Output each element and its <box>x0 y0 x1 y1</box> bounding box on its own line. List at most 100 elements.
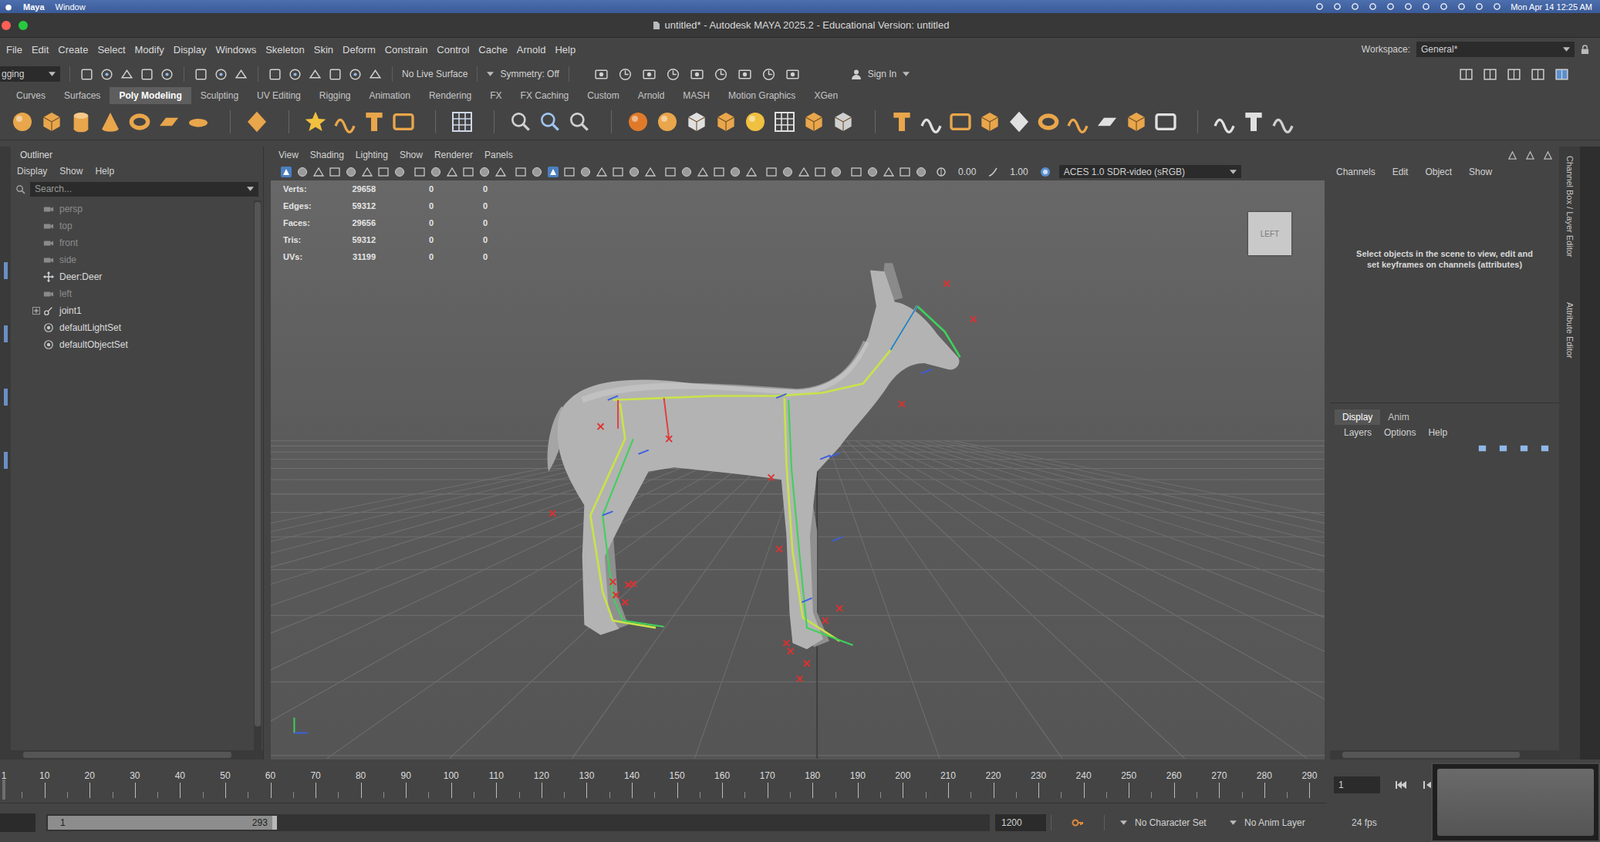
panel-tool-icon[interactable] <box>344 165 358 179</box>
shelf-tab[interactable]: XGen <box>804 87 848 105</box>
shelf-tool-icon[interactable] <box>1006 109 1032 135</box>
panel-tool-icon[interactable] <box>696 165 709 179</box>
go-to-start-icon[interactable] <box>1394 780 1408 790</box>
panel-tool-icon[interactable] <box>729 165 742 179</box>
panel-tool-icon[interactable] <box>781 165 794 179</box>
status-icon[interactable] <box>1386 2 1395 11</box>
shelf-tab[interactable]: UV Editing <box>247 87 311 105</box>
shelf-tool-icon[interactable] <box>156 109 182 135</box>
outliner-item[interactable]: Deer:Deer <box>10 268 254 286</box>
exposure-field[interactable]: 0.00 <box>955 166 979 178</box>
menu-item[interactable]: Show <box>399 149 423 161</box>
end-field[interactable]: 1200 <box>995 814 1047 832</box>
fps-dropdown[interactable]: 24 fps <box>1351 817 1378 829</box>
zoom-button[interactable] <box>18 20 28 31</box>
menu-item[interactable]: Panels <box>484 149 514 161</box>
panel-tool-icon[interactable] <box>664 165 677 179</box>
status-icon[interactable] <box>1333 2 1342 11</box>
tool-icon[interactable] <box>99 67 115 82</box>
shelf-tab[interactable]: FX Caching <box>511 87 579 105</box>
panel-tool-icon[interactable] <box>813 165 827 179</box>
search-field[interactable]: Search... <box>30 182 259 197</box>
skeleton[interactable] <box>549 280 976 683</box>
color-space-dropdown[interactable]: ACES 1.0 SDR-video (sRGB) <box>1059 165 1242 179</box>
scroll-thumb[interactable] <box>254 202 261 727</box>
shelf-tab[interactable]: FX <box>480 87 511 105</box>
tool-icon[interactable] <box>267 67 283 82</box>
3d-viewport[interactable]: Verts: 2965800Edges: 5931200Faces: 29656… <box>270 180 1325 760</box>
menu-item[interactable]: Skeleton <box>260 43 310 56</box>
panel-tool-icon[interactable] <box>312 165 325 179</box>
status-icon[interactable] <box>1404 2 1413 11</box>
current-frame-field[interactable]: 1 <box>1333 776 1381 794</box>
tool-icon[interactable] <box>347 67 363 82</box>
shelf-tool-icon[interactable] <box>537 109 563 135</box>
shelf-tab[interactable]: Rendering <box>419 87 481 105</box>
sign-in-dropdown[interactable]: Sign In <box>850 68 942 80</box>
panel-tool-icon[interactable] <box>680 165 693 179</box>
menu-item[interactable]: Create <box>53 43 93 56</box>
current-frame-marker[interactable] <box>2 779 6 800</box>
workspace-dropdown[interactable]: General* <box>1416 41 1575 58</box>
shelf-tool-icon[interactable] <box>332 109 358 135</box>
menu-item[interactable]: Control <box>432 43 474 56</box>
shelf-tab[interactable]: Curves <box>6 87 55 105</box>
panel-tool-icon[interactable] <box>745 165 758 179</box>
panel-tool-icon[interactable] <box>445 165 459 179</box>
menu-item[interactable]: Modify <box>130 43 169 56</box>
exposure-icon[interactable] <box>935 165 948 179</box>
tool-icon[interactable] <box>213 67 229 82</box>
tool-icon[interactable] <box>233 67 249 82</box>
shelf-tool-icon[interactable] <box>1094 109 1120 135</box>
tool-icon[interactable] <box>159 67 175 82</box>
status-icon[interactable] <box>1350 2 1360 11</box>
panel-toggle-icon[interactable] <box>1458 67 1474 82</box>
close-button[interactable] <box>1 20 11 31</box>
color-management-icon[interactable] <box>1039 165 1052 179</box>
side-tab[interactable]: Channel Box / Layer Editor <box>1565 155 1575 257</box>
shelf-tab[interactable]: Poly Modeling <box>109 87 191 105</box>
menu-item[interactable]: Options <box>1383 427 1416 439</box>
menu-item[interactable]: Edit <box>1392 166 1409 178</box>
shelf-tool-icon[interactable] <box>185 109 211 135</box>
time-ruler[interactable]: 1 10 20 30 40 50 60 70 80 90 100 110 120… <box>0 766 1327 804</box>
menu-item[interactable]: Object <box>1424 166 1452 178</box>
panel-toggle-icon[interactable] <box>1530 67 1546 82</box>
outliner-item[interactable]: defaultObjectSet <box>10 336 254 354</box>
shelf-tool-icon[interactable] <box>1065 109 1091 135</box>
shelf-tool-icon[interactable] <box>361 109 387 135</box>
layer-tab[interactable]: Anim <box>1380 409 1417 426</box>
panel-icon[interactable] <box>1525 150 1536 161</box>
shelf-tool-icon[interactable] <box>684 109 709 135</box>
status-icon[interactable] <box>1439 2 1449 11</box>
shelf-tool-icon[interactable] <box>567 109 592 135</box>
layer-tool-icon[interactable] <box>1518 443 1530 454</box>
range-handle[interactable]: 1 293 <box>47 816 277 831</box>
menu-item[interactable]: Edit <box>27 43 54 56</box>
tool-button[interactable] <box>3 452 8 470</box>
tool-button[interactable] <box>3 388 8 406</box>
shelf-tool-icon[interactable] <box>801 109 827 135</box>
outliner-item[interactable]: defaultLightSet <box>10 319 254 337</box>
shelf-tool-icon[interactable] <box>918 109 944 135</box>
panel-tool-icon[interactable] <box>393 165 406 179</box>
gamma-icon[interactable] <box>986 165 1000 179</box>
side-tab[interactable]: Attribute Editor <box>1565 302 1575 359</box>
shelf-tool-icon[interactable] <box>391 109 416 135</box>
panel-tool-icon[interactable] <box>328 165 341 179</box>
shelf-tool-icon[interactable] <box>625 109 651 135</box>
shelf-tool-icon[interactable] <box>10 109 35 135</box>
menu-item[interactable]: Display <box>16 165 48 177</box>
view-cube[interactable]: LEFT <box>1248 212 1292 256</box>
outliner-item[interactable]: left <box>10 285 254 303</box>
menu-item[interactable]: Deform <box>337 43 381 56</box>
shelf-tab[interactable]: Rigging <box>310 87 361 105</box>
shelf-tool-icon[interactable] <box>127 109 152 135</box>
shelf-tool-icon[interactable] <box>68 109 94 135</box>
mac-menu-item[interactable]: Maya <box>23 2 45 12</box>
shelf-tab[interactable]: Motion Graphics <box>718 87 805 105</box>
menu-item[interactable]: Show <box>59 165 83 177</box>
live-surface[interactable]: No Live Surface <box>401 68 468 80</box>
panel-tool-icon[interactable] <box>579 165 592 179</box>
menu-item[interactable]: Arnold <box>512 43 551 56</box>
